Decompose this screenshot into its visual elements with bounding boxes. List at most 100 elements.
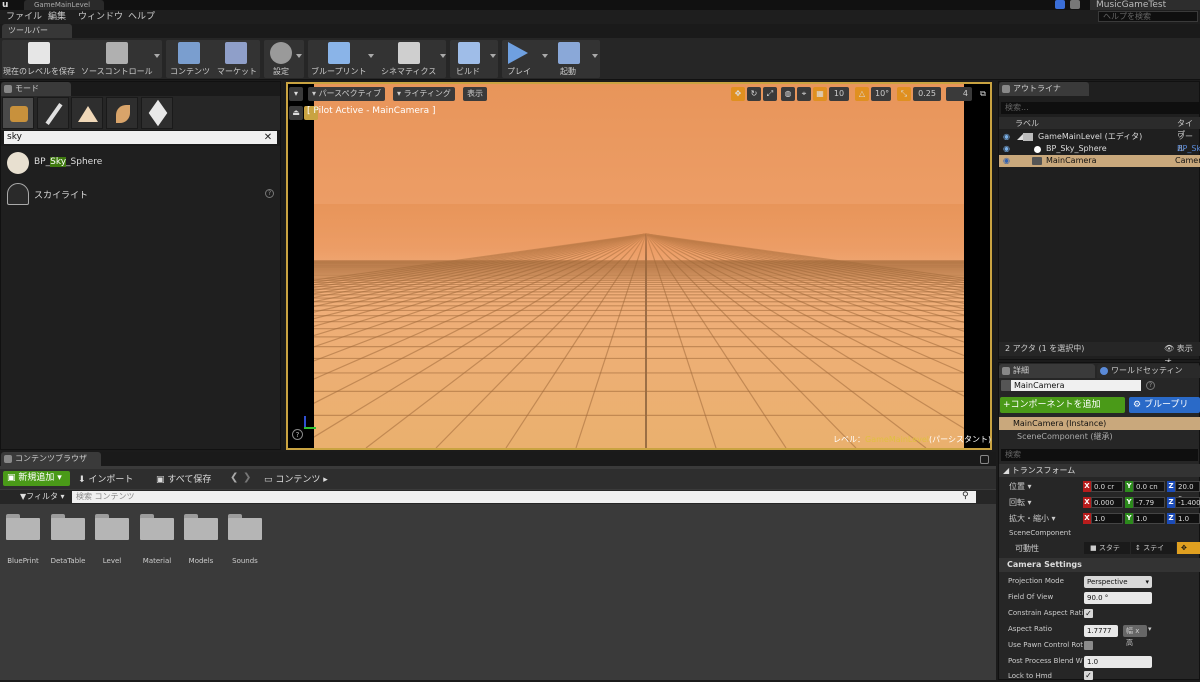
aspect-ratio-field[interactable]: 1.7777 bbox=[1084, 625, 1118, 637]
scale-snap-value[interactable]: 0.25 bbox=[913, 87, 941, 101]
details-tab[interactable]: 詳細 bbox=[999, 364, 1095, 378]
lock-to-hmd-checkbox[interactable]: ✓ bbox=[1084, 671, 1093, 680]
filter-button[interactable]: ▼フィルタ ▾ bbox=[20, 491, 65, 502]
list-item-skylight[interactable]: スカイライト ? bbox=[1, 179, 280, 209]
import-button[interactable]: ⬇ インポート bbox=[78, 472, 133, 485]
geometry-mode-icon[interactable] bbox=[141, 97, 173, 129]
settings-dropdown-icon[interactable] bbox=[296, 54, 302, 58]
save-level-button[interactable]: 現在のレベルを保存 bbox=[2, 40, 76, 78]
rotate-mode-icon[interactable]: ↻ bbox=[747, 87, 761, 101]
landscape-mode-icon[interactable] bbox=[71, 97, 103, 129]
maximize-viewport-icon[interactable]: ⧉ bbox=[976, 87, 990, 101]
scale-mode-icon[interactable]: ⤢ bbox=[763, 87, 777, 101]
fov-field[interactable]: 90.0 ° bbox=[1084, 592, 1152, 604]
location-x-field[interactable]: 0.0 cr bbox=[1091, 481, 1123, 492]
place-mode-icon[interactable] bbox=[2, 97, 34, 129]
outliner-row-main-camera[interactable]: ◉ MainCamera Camera bbox=[999, 155, 1200, 167]
transform-section-header[interactable]: ◢ トランスフォーム bbox=[999, 464, 1200, 477]
outliner-tab[interactable]: アウトライナ bbox=[999, 82, 1089, 96]
source-control-dropdown-icon[interactable] bbox=[154, 54, 160, 58]
menu-window[interactable]: ウィンドウ bbox=[78, 11, 123, 23]
viewport-scene[interactable] bbox=[314, 84, 964, 448]
aspect-preset-dropdown-icon[interactable]: ▾ bbox=[1148, 625, 1152, 633]
show-button[interactable]: 表示 bbox=[463, 87, 487, 101]
world-settings-tab[interactable]: ワールドセッティン bbox=[1097, 364, 1200, 378]
world-local-icon[interactable]: ◍ bbox=[781, 87, 795, 101]
help-icon[interactable]: ? bbox=[1146, 381, 1155, 390]
projection-mode-select[interactable]: Perspective ▾ bbox=[1084, 576, 1152, 588]
folder-material[interactable] bbox=[140, 514, 174, 540]
constrain-aspect-checkbox[interactable]: ✓ bbox=[1084, 609, 1093, 618]
blueprint-dropdown-icon[interactable] bbox=[368, 54, 374, 58]
visibility-eye-icon[interactable]: ◉ bbox=[1003, 131, 1010, 143]
folder-sounds[interactable] bbox=[228, 514, 262, 540]
build-button[interactable]: ビルド bbox=[452, 40, 486, 78]
eject-icon[interactable]: ⏏ bbox=[289, 106, 303, 120]
details-search-input[interactable]: 検索 bbox=[1001, 449, 1198, 461]
list-item-bp-sky-sphere[interactable]: BP_Sky_Sphere bbox=[1, 148, 280, 178]
actor-name-input[interactable]: MainCamera bbox=[1011, 380, 1141, 391]
cinematics-dropdown-icon[interactable] bbox=[440, 54, 446, 58]
source-control-button[interactable]: ソースコントロール bbox=[78, 40, 158, 78]
menu-help[interactable]: ヘルプ bbox=[128, 11, 155, 23]
add-new-button[interactable]: ▣ 新規追加 ▾ bbox=[3, 471, 70, 486]
launch-dropdown-icon[interactable] bbox=[592, 54, 598, 58]
play-dropdown-icon[interactable] bbox=[542, 54, 548, 58]
folder-blueprint[interactable] bbox=[6, 514, 40, 540]
paint-mode-icon[interactable] bbox=[37, 97, 69, 129]
component-tree-scene[interactable]: SceneComponent (継承) bbox=[999, 431, 1200, 443]
camera-speed-button[interactable]: 4 bbox=[946, 87, 972, 101]
help-search-input[interactable]: ヘルプを検索 bbox=[1098, 11, 1198, 22]
marketplace-button[interactable]: マーケット bbox=[214, 40, 258, 78]
outliner-search-input[interactable]: 検索... bbox=[1001, 102, 1200, 114]
menu-edit[interactable]: 編集 bbox=[48, 11, 66, 23]
location-y-field[interactable]: 0.0 cn bbox=[1133, 481, 1165, 492]
surface-snap-icon[interactable]: ⌖ bbox=[797, 87, 811, 101]
location-z-field[interactable]: 20.0 c bbox=[1175, 481, 1200, 502]
scale-snap-icon[interactable]: ⤡ bbox=[897, 87, 911, 101]
scale-x-field[interactable]: 1.0 bbox=[1091, 513, 1123, 524]
visibility-eye-icon[interactable]: ◉ bbox=[1003, 155, 1010, 167]
play-button[interactable]: プレイ bbox=[504, 40, 538, 78]
rotation-z-field[interactable]: -1.400 bbox=[1175, 497, 1200, 508]
menu-file[interactable]: ファイル bbox=[6, 11, 42, 23]
blueprint-button-details[interactable]: ⚙ ブループリ bbox=[1129, 397, 1200, 413]
minimize-icon[interactable] bbox=[1055, 0, 1065, 9]
close-icon[interactable]: ✕ bbox=[262, 131, 274, 144]
component-tree-instance[interactable]: MainCamera (Instance) bbox=[999, 417, 1200, 430]
help-icon[interactable]: ? bbox=[265, 189, 274, 198]
folder-detatable[interactable] bbox=[51, 514, 85, 540]
foliage-mode-icon[interactable] bbox=[106, 97, 138, 129]
lighting-button[interactable]: ▾ ライティング bbox=[393, 87, 455, 101]
lock-icon[interactable] bbox=[980, 455, 989, 464]
build-dropdown-icon[interactable] bbox=[490, 54, 496, 58]
rotation-y-field[interactable]: -7.79 bbox=[1133, 497, 1165, 508]
back-arrow-icon[interactable]: ❮ bbox=[230, 472, 238, 483]
blueprint-button[interactable]: ブループリント bbox=[310, 40, 374, 78]
modes-search-input[interactable]: sky bbox=[4, 131, 277, 144]
forward-arrow-icon[interactable]: ❯ bbox=[243, 472, 251, 483]
scale-y-field[interactable]: 1.0 bbox=[1133, 513, 1165, 524]
content-button[interactable]: コンテンツ bbox=[168, 40, 210, 78]
level-tab[interactable]: GameMainLevel bbox=[24, 0, 104, 10]
toolbar-tab[interactable]: ツールバー bbox=[2, 24, 72, 38]
breadcrumb[interactable]: ▭ コンテンツ ▸ bbox=[264, 472, 328, 485]
launch-button[interactable]: 起動 bbox=[554, 40, 588, 78]
mobility-stationary-toggle[interactable]: ↕ ステイ bbox=[1131, 542, 1176, 554]
translate-mode-icon[interactable]: ✥ bbox=[731, 87, 745, 101]
content-browser-tab[interactable]: コンテンツブラウザ bbox=[1, 452, 101, 466]
grid-snap-value[interactable]: 10 bbox=[829, 87, 849, 101]
post-process-blend-field[interactable]: 1.0 bbox=[1084, 656, 1152, 668]
save-all-button[interactable]: ▣ すべて保存 bbox=[156, 472, 211, 485]
folder-models[interactable] bbox=[184, 514, 218, 540]
perspective-button[interactable]: ▾ パースペクティブ bbox=[308, 87, 386, 101]
content-search-input[interactable]: 検索 コンテンツ bbox=[72, 491, 976, 503]
settings-button[interactable]: 設定 bbox=[266, 40, 300, 78]
mobility-movable-toggle[interactable]: ✥ bbox=[1177, 542, 1200, 554]
rotation-snap-value[interactable]: 10° bbox=[871, 87, 891, 101]
pawn-control-checkbox[interactable] bbox=[1084, 641, 1093, 650]
grid-snap-icon[interactable]: ▦ bbox=[813, 87, 827, 101]
notification-icon[interactable] bbox=[1070, 0, 1080, 9]
scale-z-field[interactable]: 1.0 bbox=[1175, 513, 1200, 524]
outliner-row-level[interactable]: ◉ ◢ GameMainLevel (エディタ) ワール bbox=[999, 131, 1200, 153]
